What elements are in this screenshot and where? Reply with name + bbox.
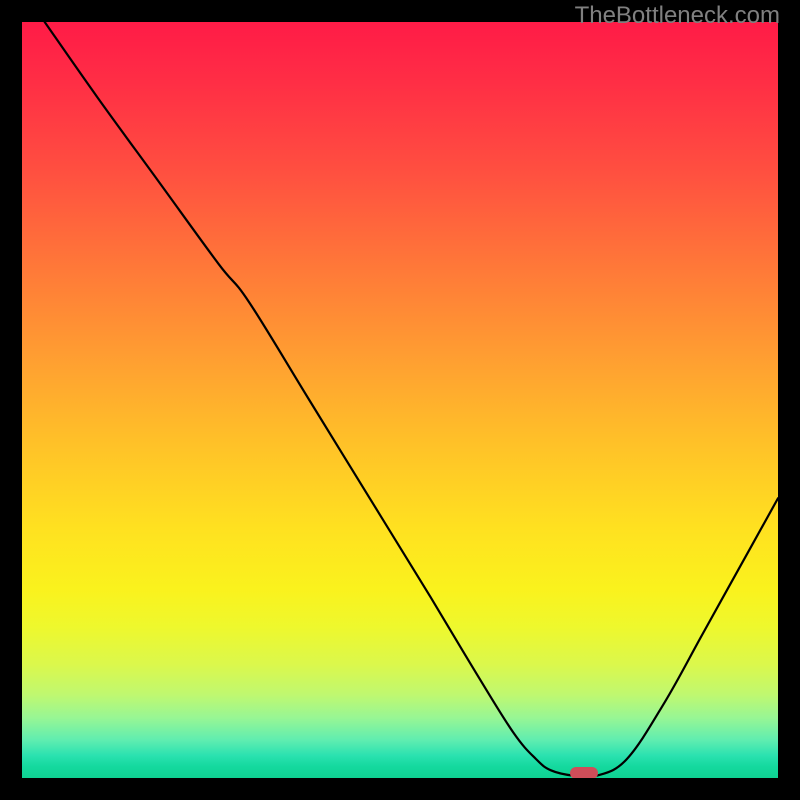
watermark-text: TheBottleneck.com [575, 2, 780, 30]
bottleneck-curve [22, 22, 778, 778]
chart-frame: TheBottleneck.com [0, 0, 800, 800]
plot-area [22, 22, 778, 778]
optimal-marker [570, 767, 598, 778]
